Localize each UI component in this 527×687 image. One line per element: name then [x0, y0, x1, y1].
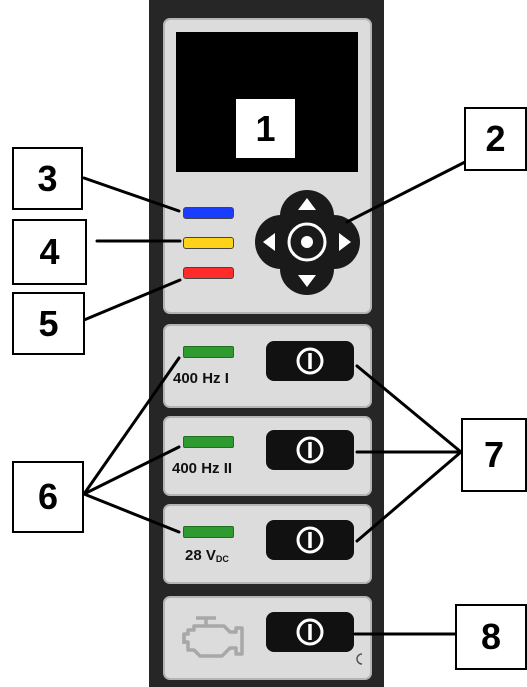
callout-1-screen: 1 — [234, 97, 297, 160]
callout-4-yellow-led: 4 — [12, 219, 87, 285]
callout-3-blue-led: 3 — [12, 147, 83, 210]
callout-7-power-buttons: 7 — [461, 418, 527, 492]
callout-6-channel-leds: 6 — [12, 461, 84, 533]
callout-8-engine-button: 8 — [455, 604, 527, 670]
callout-2-nav-pad: 2 — [464, 107, 527, 171]
callout-5-red-led: 5 — [12, 292, 85, 355]
